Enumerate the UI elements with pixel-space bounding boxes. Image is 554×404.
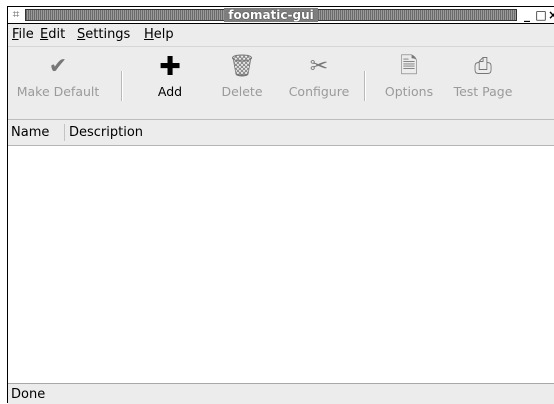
document-icon: 🗎 xyxy=(400,54,418,79)
app-window: ⌗ foomatic-gui _ □ × File Edit Settings … xyxy=(7,6,554,404)
app-icon[interactable]: ⌗ xyxy=(9,7,23,22)
menu-help[interactable]: Help xyxy=(144,27,174,43)
toolbar-separator xyxy=(364,71,366,101)
menu-edit[interactable]: Edit xyxy=(40,27,65,43)
menu-file[interactable]: File xyxy=(12,27,34,43)
trash-icon: 🗑 xyxy=(228,54,256,79)
configure-button[interactable]: ✂ Configure xyxy=(284,53,354,113)
test-page-label: Test Page xyxy=(453,84,513,99)
list-header: Name Description xyxy=(8,120,554,146)
printer-list[interactable] xyxy=(8,146,554,384)
printer-icon: ⎙ xyxy=(474,54,492,79)
options-button[interactable]: 🗎 Options xyxy=(380,53,438,113)
delete-button[interactable]: 🗑 Delete xyxy=(217,53,267,113)
make-default-label: Make Default xyxy=(16,84,100,99)
status-text: Done xyxy=(11,387,46,402)
column-header-name[interactable]: Name xyxy=(11,120,49,145)
test-page-button[interactable]: ⎙ Test Page xyxy=(450,53,516,113)
maximize-button[interactable]: □ xyxy=(534,7,548,23)
window-title: foomatic-gui xyxy=(224,8,318,22)
add-button[interactable]: ✚ Add xyxy=(148,53,192,113)
make-default-button[interactable]: ✔ Make Default xyxy=(10,53,106,113)
column-divider[interactable] xyxy=(64,124,65,141)
delete-label: Delete xyxy=(221,84,263,99)
menu-bar: File Edit Settings Help xyxy=(8,24,554,46)
toolbar-separator xyxy=(121,71,123,101)
configure-label: Configure xyxy=(288,84,350,99)
plus-icon: ✚ xyxy=(159,52,181,82)
menu-settings[interactable]: Settings xyxy=(77,27,130,43)
status-bar: Done xyxy=(8,383,554,404)
tools-icon: ✂ xyxy=(309,54,329,79)
add-label: Add xyxy=(157,84,183,99)
close-button[interactable]: × xyxy=(548,7,554,23)
title-bar[interactable]: ⌗ foomatic-gui _ □ × xyxy=(8,7,554,24)
minimize-button[interactable]: _ xyxy=(520,7,534,23)
options-label: Options xyxy=(384,84,434,99)
column-header-description[interactable]: Description xyxy=(69,120,143,145)
title-bar-fill: foomatic-gui xyxy=(25,8,517,22)
toolbar: ✔ Make Default ✚ Add 🗑 Delete ✂ Configur… xyxy=(8,46,554,120)
checkmark-icon: ✔ xyxy=(48,54,68,79)
